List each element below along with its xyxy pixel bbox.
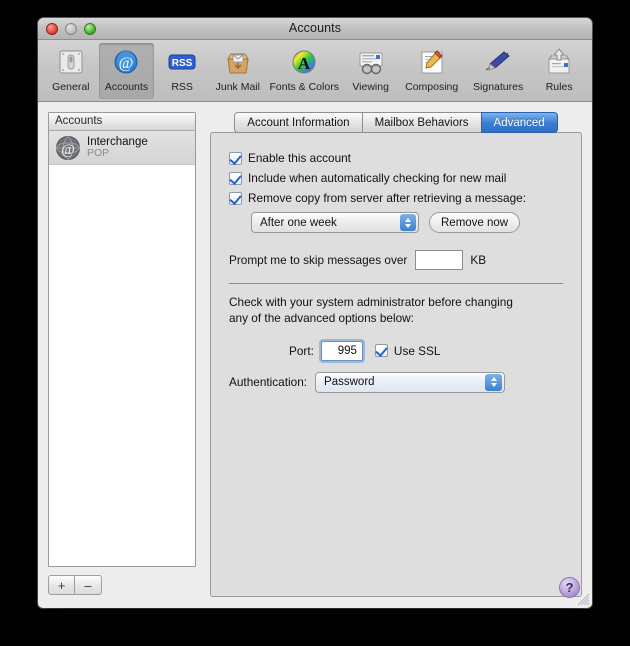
toolbar-item-composing[interactable]: Composing xyxy=(398,43,464,99)
remove-copy-label: Remove copy from server after retrieving… xyxy=(248,191,526,205)
use-ssl-label: Use SSL xyxy=(394,344,441,358)
enable-account-row[interactable]: Enable this account xyxy=(229,151,563,165)
authentication-popup[interactable]: Password xyxy=(315,372,505,393)
advanced-settings-pane: Enable this account Include when automat… xyxy=(210,132,582,597)
skip-messages-input[interactable] xyxy=(415,250,463,270)
rss-badge-icon: RSS xyxy=(165,46,199,78)
toolbar-item-accounts[interactable]: @ Accounts xyxy=(99,43,155,99)
port-value: 995 xyxy=(338,345,357,357)
enable-account-checkbox[interactable] xyxy=(229,152,242,165)
font-color-wheel-icon: A xyxy=(287,46,321,78)
toolbar-item-label: Fonts & Colors xyxy=(270,81,339,93)
remove-delay-value: After one week xyxy=(260,217,337,229)
account-list-item[interactable]: @ Interchange POP xyxy=(49,131,195,165)
preferences-body: Accounts @ Interchange POP xyxy=(38,102,592,607)
remove-now-button[interactable]: Remove now xyxy=(429,212,520,233)
toolbar-item-label: Accounts xyxy=(105,81,148,93)
skip-messages-label: Prompt me to skip messages over xyxy=(229,253,407,267)
include-auto-check-row[interactable]: Include when automatically checking for … xyxy=(229,171,563,185)
svg-text:RSS: RSS xyxy=(172,58,193,69)
toolbar-item-general[interactable]: General xyxy=(43,43,99,99)
tab-mailbox-behaviors[interactable]: Mailbox Behaviors xyxy=(362,112,481,133)
general-switch-icon xyxy=(54,46,88,78)
toolbar-item-rules[interactable]: Rules xyxy=(531,43,587,99)
window-titlebar: Accounts xyxy=(38,18,592,40)
toolbar-item-signatures[interactable]: Signatures xyxy=(465,43,531,99)
junk-mail-bag-icon xyxy=(221,46,255,78)
include-auto-check-checkbox[interactable] xyxy=(229,172,242,185)
window-title: Accounts xyxy=(38,21,592,35)
account-type: POP xyxy=(87,148,148,159)
svg-text:A: A xyxy=(298,54,311,73)
toolbar-item-label: Rules xyxy=(546,81,573,93)
port-input[interactable]: 995 xyxy=(321,341,363,361)
toolbar-item-label: Composing xyxy=(405,81,458,93)
accounts-preferences-window: Accounts General @ xyxy=(38,18,592,608)
authentication-value: Password xyxy=(324,376,375,388)
accounts-list[interactable]: Accounts @ Interchange POP xyxy=(48,112,196,567)
tab-account-information[interactable]: Account Information xyxy=(234,112,361,133)
stepper-arrows-icon[interactable] xyxy=(400,214,416,231)
toolbar-item-label: General xyxy=(52,81,89,93)
account-add-remove-group: + – xyxy=(48,567,196,597)
toolbar-item-label: Junk Mail xyxy=(216,81,260,93)
remove-account-button[interactable]: – xyxy=(75,575,102,595)
include-auto-check-label: Include when automatically checking for … xyxy=(248,171,506,185)
toolbar-item-label: Viewing xyxy=(352,81,389,93)
remove-copy-checkbox[interactable] xyxy=(229,192,242,205)
remove-delay-popup[interactable]: After one week xyxy=(251,212,419,233)
preferences-toolbar: General @ Accounts RSS RSS xyxy=(38,40,592,102)
authentication-row: Authentication: Password xyxy=(229,372,563,393)
toolbar-item-junk-mail[interactable]: Junk Mail xyxy=(210,43,266,99)
port-label: Port: xyxy=(289,344,314,358)
toolbar-item-label: RSS xyxy=(171,81,193,93)
toolbar-item-viewing[interactable]: Viewing xyxy=(343,43,399,99)
at-sign-icon: @ xyxy=(109,46,143,78)
svg-text:@: @ xyxy=(61,142,75,158)
enable-account-label: Enable this account xyxy=(248,151,351,165)
port-row: Port: 995 Use SSL xyxy=(229,341,563,361)
remove-copy-row[interactable]: Remove copy from server after retrieving… xyxy=(229,191,563,205)
composing-pencil-icon xyxy=(415,46,449,78)
skip-messages-unit: KB xyxy=(470,253,486,267)
account-item-text: Interchange POP xyxy=(87,136,148,159)
accounts-list-header: Accounts xyxy=(49,113,195,131)
stepper-arrows-icon[interactable] xyxy=(485,374,502,391)
tab-advanced[interactable]: Advanced xyxy=(481,112,558,133)
section-divider xyxy=(229,283,563,284)
toolbar-item-rss[interactable]: RSS RSS xyxy=(154,43,210,99)
toolbar-item-fonts-colors[interactable]: A Fonts & Colors xyxy=(266,43,343,99)
signature-pen-icon xyxy=(481,46,515,78)
add-account-button[interactable]: + xyxy=(48,575,75,595)
settings-tabbar: Account Information Mailbox Behaviors Ad… xyxy=(210,112,582,133)
rules-arrows-icon xyxy=(542,46,576,78)
globe-at-sign-icon: @ xyxy=(54,134,82,162)
skip-messages-row: Prompt me to skip messages over KB xyxy=(229,250,563,270)
viewing-glasses-icon xyxy=(354,46,388,78)
remove-delay-row: After one week Remove now xyxy=(251,212,563,233)
svg-text:@: @ xyxy=(119,55,134,72)
account-settings-column: Account Information Mailbox Behaviors Ad… xyxy=(210,112,582,597)
window-resize-handle[interactable] xyxy=(576,592,590,606)
accounts-sidebar: Accounts @ Interchange POP xyxy=(48,112,196,597)
authentication-label: Authentication: xyxy=(229,375,307,389)
use-ssl-checkbox[interactable] xyxy=(375,344,388,357)
admin-hint-text: Check with your system administrator bef… xyxy=(229,295,521,327)
toolbar-item-label: Signatures xyxy=(473,81,523,93)
